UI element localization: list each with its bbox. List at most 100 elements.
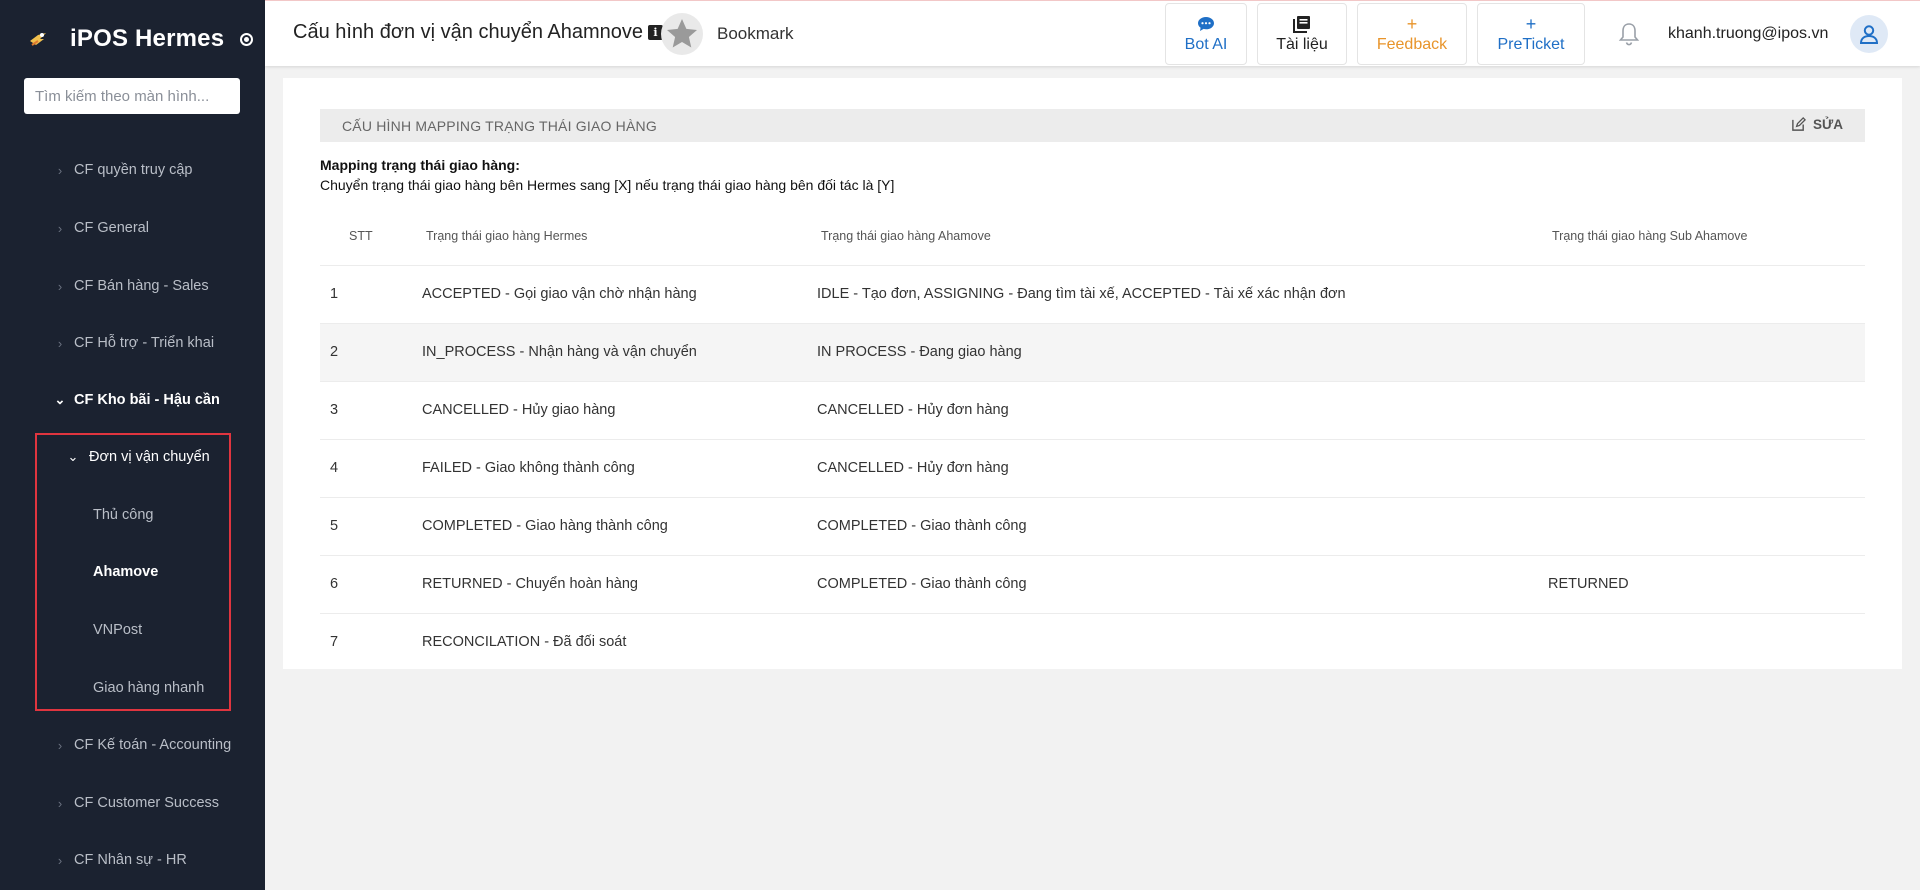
sidebar-item-cf-quyen-truy-cap[interactable]: › CF quyền truy cập — [0, 141, 265, 199]
section-header: CẤU HÌNH MAPPING TRẠNG THÁI GIAO HÀNG SỬ… — [320, 109, 1865, 142]
book-icon — [1293, 14, 1311, 34]
bookmark-star-icon[interactable] — [661, 13, 703, 55]
bookmark-label[interactable]: Bookmark — [717, 24, 794, 44]
bot-ai-button[interactable]: Bot AI — [1165, 3, 1247, 65]
table-cell: FAILED - Giao không thành công — [422, 439, 817, 498]
sidebar-item-label: CF Customer Success — [74, 795, 220, 811]
page-title: Cấu hình đơn vị vận chuyển Ahamnove i — [293, 21, 664, 44]
plus-icon: + — [1525, 14, 1537, 34]
chevron-right-icon: › — [57, 852, 63, 868]
mapping-card: CẤU HÌNH MAPPING TRẠNG THÁI GIAO HÀNG SỬ… — [283, 78, 1902, 669]
sidebar-item-label: VNPost — [93, 622, 143, 638]
table-cell — [1548, 439, 1865, 498]
table-cell: 2 — [320, 323, 422, 382]
bot-ai-label: Bot AI — [1184, 36, 1228, 53]
mapping-table: STT Trạng thái giao hàng Hermes Trạng th… — [320, 207, 1865, 671]
table-cell: 1 — [320, 265, 422, 324]
table-cell: CANCELLED - Hủy đơn hàng — [817, 439, 1548, 498]
sidebar-item-ahamove[interactable]: Ahamove — [0, 543, 265, 601]
radio-dot-icon[interactable] — [240, 32, 254, 46]
docs-label: Tài liệu — [1276, 36, 1328, 53]
sidebar-item-label: CF Hỗ trợ - Triển khai — [74, 335, 215, 351]
plus-icon: + — [1406, 14, 1418, 34]
hermes-logo-icon — [26, 27, 50, 51]
preticket-button[interactable]: + PreTicket — [1477, 3, 1585, 65]
feedback-button[interactable]: + Feedback — [1357, 3, 1467, 65]
table-cell: 6 — [320, 555, 422, 614]
sidebar-item-cf-ho-tro[interactable]: › CF Hỗ trợ - Triển khai — [0, 314, 265, 372]
table-cell: CANCELLED - Hủy đơn hàng — [817, 381, 1548, 440]
table-cell: IN_PROCESS - Nhận hàng và vận chuyển — [422, 323, 817, 382]
chevron-down-icon: ⌄ — [54, 392, 66, 407]
sidebar-item-label: Ahamove — [93, 564, 159, 580]
sidebar-item-cf-ban-hang[interactable]: › CF Bán hàng - Sales — [0, 257, 265, 315]
table-row: 7 RECONCILATION - Đã đối soát — [320, 613, 1865, 671]
sidebar: iPOS Hermes › CF quyền truy cập › CF Gen… — [0, 0, 265, 890]
table-cell: IN PROCESS - Đang giao hàng — [817, 323, 1548, 382]
column-header: Trạng thái giao hàng Ahamove — [817, 207, 1548, 266]
table-cell: RETURNED — [1548, 555, 1865, 614]
sidebar-item-thu-cong[interactable]: Thủ công — [0, 486, 265, 544]
sidebar-item-giao-hang-nhanh[interactable]: Giao hàng nhanh — [0, 659, 265, 717]
table-cell: 4 — [320, 439, 422, 498]
sidebar-item-label: Giao hàng nhanh — [93, 680, 205, 696]
table-cell: COMPLETED - Giao thành công — [817, 497, 1548, 556]
table-cell — [817, 613, 1548, 671]
column-header: Trạng thái giao hàng Sub Ahamove — [1548, 207, 1865, 266]
chevron-right-icon: › — [57, 278, 63, 294]
table-cell: COMPLETED - Giao hàng thành công — [422, 497, 817, 556]
table-cell: 3 — [320, 381, 422, 440]
table-cell: COMPLETED - Giao thành công — [817, 555, 1548, 614]
feedback-label: Feedback — [1376, 36, 1448, 53]
column-header: STT — [320, 207, 422, 266]
sidebar-item-cf-ke-toan[interactable]: › CF Kế toán - Accounting — [0, 716, 265, 774]
chat-bubble-icon — [1197, 14, 1215, 34]
sidebar-item-label: Thủ công — [93, 507, 154, 523]
sidebar-item-label: CF Bán hàng - Sales — [74, 278, 209, 294]
column-header: Trạng thái giao hàng Hermes — [422, 207, 817, 266]
table-cell: RECONCILATION - Đã đối soát — [422, 634, 627, 651]
sidebar-item-cf-customer-success[interactable]: › CF Customer Success — [0, 774, 265, 832]
sidebar-item-vnpost[interactable]: VNPost — [0, 601, 265, 659]
table-row: 4 FAILED - Giao không thành công CANCELL… — [320, 439, 1865, 498]
sidebar-item-cf-general[interactable]: › CF General — [0, 199, 265, 257]
table-cell: 5 — [320, 497, 422, 556]
chevron-right-icon: › — [57, 220, 63, 236]
mapping-desc-text: Chuyển trạng thái giao hàng bên Hermes s… — [320, 177, 895, 193]
table-cell — [1548, 323, 1865, 382]
page-title-text: Cấu hình đơn vị vận chuyển Ahamnove — [293, 21, 644, 43]
docs-button[interactable]: Tài liệu — [1257, 3, 1347, 65]
table-row: 6 RETURNED - Chuyển hoàn hàng COMPLETED … — [320, 555, 1865, 614]
table-row: 5 COMPLETED - Giao hàng thành công COMPL… — [320, 497, 1865, 556]
sidebar-item-label: CF Kho bãi - Hậu cần — [74, 392, 220, 408]
table-row: 1 ACCEPTED - Gọi giao vận chờ nhận hàng … — [320, 265, 1865, 324]
table-cell: RETURNED - Chuyển hoàn hàng — [422, 555, 817, 614]
chevron-right-icon: › — [57, 795, 63, 811]
section-title: CẤU HÌNH MAPPING TRẠNG THÁI GIAO HÀNG — [342, 117, 657, 134]
sidebar-item-label: CF Kế toán - Accounting — [74, 737, 232, 753]
mapping-desc-title: Mapping trạng thái giao hàng: — [320, 157, 520, 173]
preticket-label: PreTicket — [1497, 36, 1565, 53]
bell-icon[interactable] — [1617, 21, 1641, 47]
table-cell — [1548, 265, 1865, 324]
edit-label: SỬA — [1813, 117, 1843, 132]
brand[interactable]: iPOS Hermes — [26, 22, 254, 56]
brand-title: iPOS Hermes — [70, 25, 225, 52]
table-cell: 7 — [330, 634, 339, 651]
chevron-down-icon: ⌄ — [67, 449, 79, 464]
sidebar-item-label: Đơn vị vận chuyển — [89, 449, 210, 465]
edit-button[interactable]: SỬA — [1791, 117, 1843, 132]
sidebar-search-input[interactable] — [24, 78, 240, 114]
user-email[interactable]: khanh.truong@ipos.vn — [1668, 25, 1828, 43]
sidebar-item-label: CF General — [74, 220, 149, 236]
sidebar-item-don-vi-van-chuyen[interactable]: ⌄ Đơn vị vận chuyển — [0, 428, 265, 486]
user-avatar-icon[interactable] — [1850, 15, 1888, 53]
sidebar-item-cf-kho-bai[interactable]: ⌄ CF Kho bãi - Hậu cần — [0, 371, 265, 429]
table-cell — [1548, 497, 1865, 556]
table-cell: ACCEPTED - Gọi giao vận chờ nhận hàng — [422, 265, 817, 324]
sidebar-item-label: CF quyền truy cập — [74, 162, 193, 178]
sidebar-item-cf-nhan-su[interactable]: › CF Nhân sự - HR — [0, 831, 265, 889]
chevron-right-icon: › — [57, 335, 63, 351]
table-row: 2 IN_PROCESS - Nhận hàng và vận chuyển I… — [320, 323, 1865, 382]
table-header-row: STT Trạng thái giao hàng Hermes Trạng th… — [320, 207, 1865, 266]
